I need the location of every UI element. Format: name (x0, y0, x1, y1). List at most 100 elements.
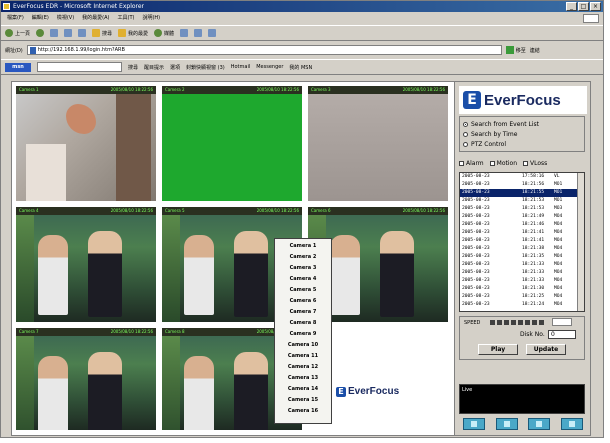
list-item[interactable]: 2005-08-23 18:21:53 MO1 (460, 197, 584, 205)
list-item[interactable]: 2005-08-23 18:21:49 MO4 (460, 213, 584, 221)
msn-highlight-button[interactable]: 醒目提示 (144, 64, 164, 71)
menu-item-camera-6[interactable]: Camera 6 (275, 296, 331, 307)
home-button[interactable] (78, 29, 87, 37)
menu-item-camera-16[interactable]: Camera 16 (275, 406, 331, 417)
live-status-box: Live (459, 384, 585, 414)
list-item[interactable]: 2005-08-23 18:21:35 MO4 (460, 253, 584, 261)
mode-ptz[interactable]: PTZ Control (463, 139, 581, 149)
menu-help[interactable]: 說明(H) (142, 13, 160, 23)
menu-tools[interactable]: 工具(T) (118, 13, 135, 23)
list-item[interactable]: 2005-08-23 18:21:30 MO4 (460, 285, 584, 293)
menu-item-camera-13[interactable]: Camera 13 (275, 373, 331, 384)
speed-slider[interactable] (490, 320, 544, 325)
history-icon (180, 29, 189, 37)
search-button[interactable]: 搜尋 (92, 29, 112, 37)
list-item[interactable]: 2005-08-23 18:21:41 MO4 (460, 229, 584, 237)
list-item-selected[interactable]: 2005-08-23 18:21:55 MO1 (460, 189, 584, 197)
menu-view[interactable]: 檢視(V) (57, 13, 74, 23)
nav-button-1[interactable] (463, 418, 485, 430)
camera-view-7[interactable]: Camera 7 2005/08/10 18:22:56 (16, 328, 156, 430)
refresh-button[interactable] (64, 29, 73, 37)
hotmail-button[interactable]: Hotmail (231, 64, 251, 70)
menu-item-camera-10[interactable]: Camera 10 (275, 340, 331, 351)
links-label[interactable]: 連結 (530, 47, 540, 54)
menu-item-camera-9[interactable]: Camera 9 (275, 329, 331, 340)
camera-view-3[interactable]: Camera 3 2005/08/10 18:22:56 (308, 86, 448, 201)
menu-item-camera-7[interactable]: Camera 7 (275, 307, 331, 318)
go-arrow-icon (505, 46, 514, 54)
maximize-button[interactable]: □ (578, 2, 589, 11)
mode-event-list[interactable]: Search from Event List (463, 119, 581, 129)
event-list[interactable]: 2005-08-23 17:58:16 VL 2005-08-23 18:21:56 M… (459, 172, 585, 312)
messenger-button[interactable]: Messenger (256, 64, 283, 70)
stop-button[interactable] (50, 29, 59, 37)
back-button[interactable]: 上一頁 (5, 29, 30, 37)
my-msn-button[interactable]: 我的 MSN (289, 64, 312, 71)
brand-header: E EverFocus (459, 86, 587, 114)
favorites-button[interactable]: 我的最愛 (118, 29, 148, 37)
list-item[interactable]: 2005-08-23 18:21:46 MO4 (460, 221, 584, 229)
msn-search-input[interactable] (37, 62, 122, 72)
forward-button[interactable] (36, 29, 45, 37)
filter-alarm[interactable]: Alarm (459, 160, 484, 167)
menu-favorites[interactable]: 我的最愛(A) (82, 13, 109, 23)
menu-item-camera-11[interactable]: Camera 11 (275, 351, 331, 362)
playback-controls: SPEED Disk No. 0 Play Update (459, 316, 585, 360)
menu-item-camera-5[interactable]: Camera 5 (275, 285, 331, 296)
menu-item-camera-2[interactable]: Camera 2 (275, 252, 331, 263)
go-button[interactable]: 移至 (505, 46, 526, 54)
checkbox[interactable] (459, 160, 464, 166)
menu-file[interactable]: 檔案(F) (7, 13, 24, 23)
menu-item-camera-8[interactable]: Camera 8 (275, 318, 331, 329)
print-button[interactable] (208, 29, 217, 37)
menu-item-camera-3[interactable]: Camera 3 (275, 263, 331, 274)
list-item[interactable]: 2005-08-23 18:21:33 MO4 (460, 277, 584, 285)
list-item[interactable]: 2005-08-23 18:21:41 MO4 (460, 237, 584, 245)
disk-select[interactable]: 0 (548, 330, 576, 339)
menu-item-camera-1[interactable]: Camera 1 (275, 241, 331, 252)
speed-value (552, 318, 572, 326)
media-button[interactable]: 媒體 (154, 29, 174, 37)
radio-button[interactable] (463, 121, 468, 127)
menu-item-camera-14[interactable]: Camera 14 (275, 384, 331, 395)
list-item[interactable]: 2005-08-23 18:21:25 MO4 (460, 293, 584, 301)
nav-button-2[interactable] (495, 418, 518, 430)
camera-view-2[interactable]: Camera 2 2005/08/10 18:22:56 (162, 86, 302, 201)
radio-button[interactable] (463, 141, 468, 147)
camera-header: Camera 1 2005/08/10 18:22:56 (19, 87, 153, 92)
menu-item-camera-12[interactable]: Camera 12 (275, 362, 331, 373)
list-item[interactable]: 2005-08-23 18:21:56 MO1 (460, 181, 584, 189)
filter-motion[interactable]: Motion (489, 160, 517, 167)
menu-edit[interactable]: 編輯(E) (32, 13, 49, 23)
checkbox[interactable] (523, 160, 528, 166)
radio-button[interactable] (463, 131, 468, 137)
filter-vloss[interactable]: VLoss (523, 160, 547, 167)
list-item[interactable]: 2005-08-23 17:58:16 VL (460, 173, 584, 181)
update-button[interactable]: Update (526, 344, 566, 355)
msn-options-button[interactable]: 選項 (170, 64, 180, 71)
camera-view-1[interactable]: Camera 1 2005/08/10 18:22:56 (16, 86, 156, 201)
list-item[interactable]: 2005-08-23 18:21:33 MO4 (460, 269, 584, 277)
play-button[interactable]: Play (478, 344, 518, 355)
list-item[interactable]: 2005-08-23 18:21:24 MO4 (460, 301, 584, 309)
history-button[interactable] (180, 29, 189, 37)
msn-search-button[interactable]: 搜尋 (128, 64, 138, 71)
list-item[interactable]: 2005-08-23 18:21:33 MO4 (460, 261, 584, 269)
popup-blocker-button[interactable]: 封鎖快顯視窗 (3) (186, 64, 225, 71)
menu-item-camera-15[interactable]: Camera 15 (275, 395, 331, 406)
mail-button[interactable] (194, 29, 203, 37)
list-item[interactable]: 2005-08-23 18:21:38 MO4 (460, 245, 584, 253)
nav-button-4[interactable] (560, 418, 583, 430)
camera-view-4[interactable]: Camera 4 2005/08/10 18:22:56 (16, 207, 156, 322)
event-list-scrollbar[interactable] (577, 173, 584, 311)
close-button[interactable]: × (590, 2, 601, 11)
refresh-icon (64, 29, 73, 37)
address-input[interactable]: http://192.168.1.99/login.htm?ARB (26, 45, 502, 55)
menu-item-camera-4[interactable]: Camera 4 (275, 274, 331, 285)
mode-by-time[interactable]: Search by Time (463, 129, 581, 139)
minimize-button[interactable]: _ (566, 2, 577, 11)
list-item[interactable]: 2005-08-23 18:21:53 MO3 (460, 205, 584, 213)
checkbox[interactable] (489, 160, 495, 166)
disk-label: Disk No. (520, 331, 545, 338)
nav-button-3[interactable] (528, 418, 551, 430)
